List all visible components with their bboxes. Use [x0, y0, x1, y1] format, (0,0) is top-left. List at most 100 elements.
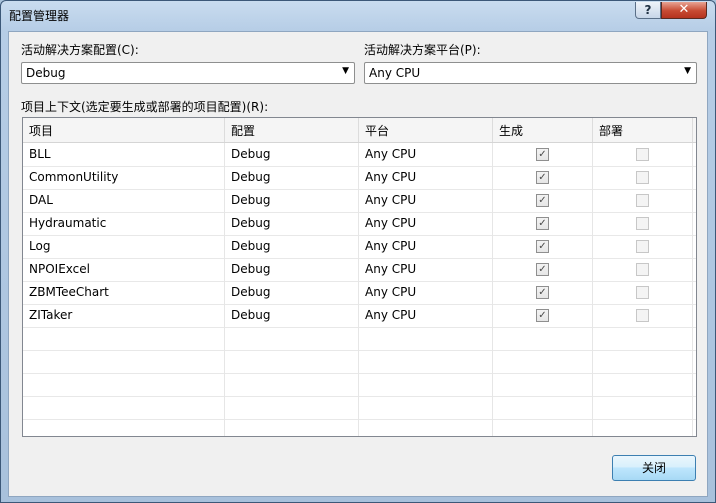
table-row[interactable]: NPOIExcel Debug Any CPU ✓ — [23, 258, 696, 282]
empty-cell — [359, 419, 493, 436]
project-name-cell[interactable]: ZITaker — [23, 304, 225, 327]
empty-cell — [359, 350, 493, 373]
empty-cell — [359, 396, 493, 419]
project-name-cell[interactable]: DAL — [23, 189, 225, 212]
active-platform-value: Any CPU — [369, 66, 421, 80]
config-cell[interactable]: Debug — [225, 304, 359, 327]
empty-cell — [493, 327, 593, 350]
deploy-checkbox — [636, 148, 649, 161]
deploy-cell — [593, 304, 693, 327]
empty-cell — [23, 373, 225, 396]
column-header-build[interactable]: 生成 — [493, 118, 593, 142]
window-close-button[interactable]: ✕ — [661, 2, 707, 19]
empty-row — [23, 419, 696, 436]
active-config-label: 活动解决方案配置(C): — [21, 43, 139, 57]
config-manager-window: 配置管理器 ? ✕ 活动解决方案配置(C): Debug ▼ 活动解决方案平台(… — [0, 0, 716, 503]
table-row[interactable]: CommonUtility Debug Any CPU ✓ — [23, 166, 696, 190]
deploy-checkbox — [636, 171, 649, 184]
build-checkbox[interactable]: ✓ — [536, 240, 549, 253]
empty-cell — [593, 350, 693, 373]
title-bar[interactable]: 配置管理器 ? ✕ — [1, 1, 715, 29]
build-checkbox[interactable]: ✓ — [536, 309, 549, 322]
empty-cell — [593, 396, 693, 419]
platform-cell[interactable]: Any CPU — [359, 304, 493, 327]
build-cell: ✓ — [493, 235, 593, 258]
build-cell: ✓ — [493, 212, 593, 235]
empty-cell — [359, 327, 493, 350]
empty-cell — [225, 419, 359, 436]
build-checkbox[interactable]: ✓ — [536, 148, 549, 161]
active-config-value: Debug — [26, 66, 66, 80]
empty-cell — [493, 373, 593, 396]
build-checkbox[interactable]: ✓ — [536, 171, 549, 184]
empty-cell — [23, 396, 225, 419]
platform-cell[interactable]: Any CPU — [359, 189, 493, 212]
build-checkbox[interactable]: ✓ — [536, 194, 549, 207]
config-cell[interactable]: Debug — [225, 166, 359, 189]
column-header-project[interactable]: 项目 — [23, 118, 225, 142]
deploy-cell — [593, 258, 693, 281]
platform-cell[interactable]: Any CPU — [359, 212, 493, 235]
project-name-cell[interactable]: Hydraumatic — [23, 212, 225, 235]
project-name-cell[interactable]: NPOIExcel — [23, 258, 225, 281]
build-cell: ✓ — [493, 166, 593, 189]
empty-cell — [225, 396, 359, 419]
config-cell[interactable]: Debug — [225, 189, 359, 212]
active-config-select[interactable]: Debug ▼ — [21, 62, 355, 84]
help-button[interactable]: ? — [635, 2, 661, 19]
table-row[interactable]: Log Debug Any CPU ✓ — [23, 235, 696, 259]
deploy-checkbox — [636, 217, 649, 230]
column-header-platform[interactable]: 平台 — [359, 118, 493, 142]
project-context-grid[interactable]: 项目 配置 平台 生成 部署 BLL Debug Any CPU ✓ CommonUti… — [22, 117, 697, 437]
empty-cell — [225, 373, 359, 396]
column-header-deploy[interactable]: 部署 — [593, 118, 693, 142]
build-checkbox[interactable]: ✓ — [536, 286, 549, 299]
empty-row — [23, 396, 696, 420]
deploy-checkbox — [636, 286, 649, 299]
empty-row — [23, 327, 696, 351]
deploy-checkbox — [636, 309, 649, 322]
build-checkbox[interactable]: ✓ — [536, 263, 549, 276]
empty-cell — [493, 350, 593, 373]
table-row[interactable]: ZBMTeeChart Debug Any CPU ✓ — [23, 281, 696, 305]
platform-cell[interactable]: Any CPU — [359, 143, 493, 166]
empty-row — [23, 350, 696, 374]
column-header-config[interactable]: 配置 — [225, 118, 359, 142]
config-cell[interactable]: Debug — [225, 281, 359, 304]
build-cell: ✓ — [493, 304, 593, 327]
project-name-cell[interactable]: CommonUtility — [23, 166, 225, 189]
config-cell[interactable]: Debug — [225, 143, 359, 166]
deploy-cell — [593, 166, 693, 189]
project-context-label: 项目上下文(选定要生成或部署的项目配置)(R): — [21, 100, 269, 114]
window-title: 配置管理器 — [9, 9, 70, 23]
empty-cell — [359, 373, 493, 396]
config-cell[interactable]: Debug — [225, 212, 359, 235]
empty-cell — [23, 327, 225, 350]
table-row[interactable]: Hydraumatic Debug Any CPU ✓ — [23, 212, 696, 236]
platform-cell[interactable]: Any CPU — [359, 281, 493, 304]
empty-cell — [493, 419, 593, 436]
project-name-cell[interactable]: Log — [23, 235, 225, 258]
empty-cell — [593, 373, 693, 396]
deploy-cell — [593, 189, 693, 212]
deploy-cell — [593, 235, 693, 258]
empty-cell — [23, 419, 225, 436]
build-checkbox[interactable]: ✓ — [536, 217, 549, 230]
table-row[interactable]: BLL Debug Any CPU ✓ — [23, 143, 696, 167]
platform-cell[interactable]: Any CPU — [359, 166, 493, 189]
project-name-cell[interactable]: ZBMTeeChart — [23, 281, 225, 304]
config-cell[interactable]: Debug — [225, 235, 359, 258]
config-cell[interactable]: Debug — [225, 258, 359, 281]
project-name-cell[interactable]: BLL — [23, 143, 225, 166]
platform-cell[interactable]: Any CPU — [359, 258, 493, 281]
close-button[interactable]: 关闭 — [612, 455, 696, 481]
active-platform-select[interactable]: Any CPU ▼ — [364, 62, 697, 84]
empty-row — [23, 373, 696, 397]
empty-cell — [23, 350, 225, 373]
table-row[interactable]: ZITaker Debug Any CPU ✓ — [23, 304, 696, 328]
empty-cell — [593, 419, 693, 436]
table-row[interactable]: DAL Debug Any CPU ✓ — [23, 189, 696, 213]
deploy-checkbox — [636, 263, 649, 276]
platform-cell[interactable]: Any CPU — [359, 235, 493, 258]
deploy-checkbox — [636, 240, 649, 253]
